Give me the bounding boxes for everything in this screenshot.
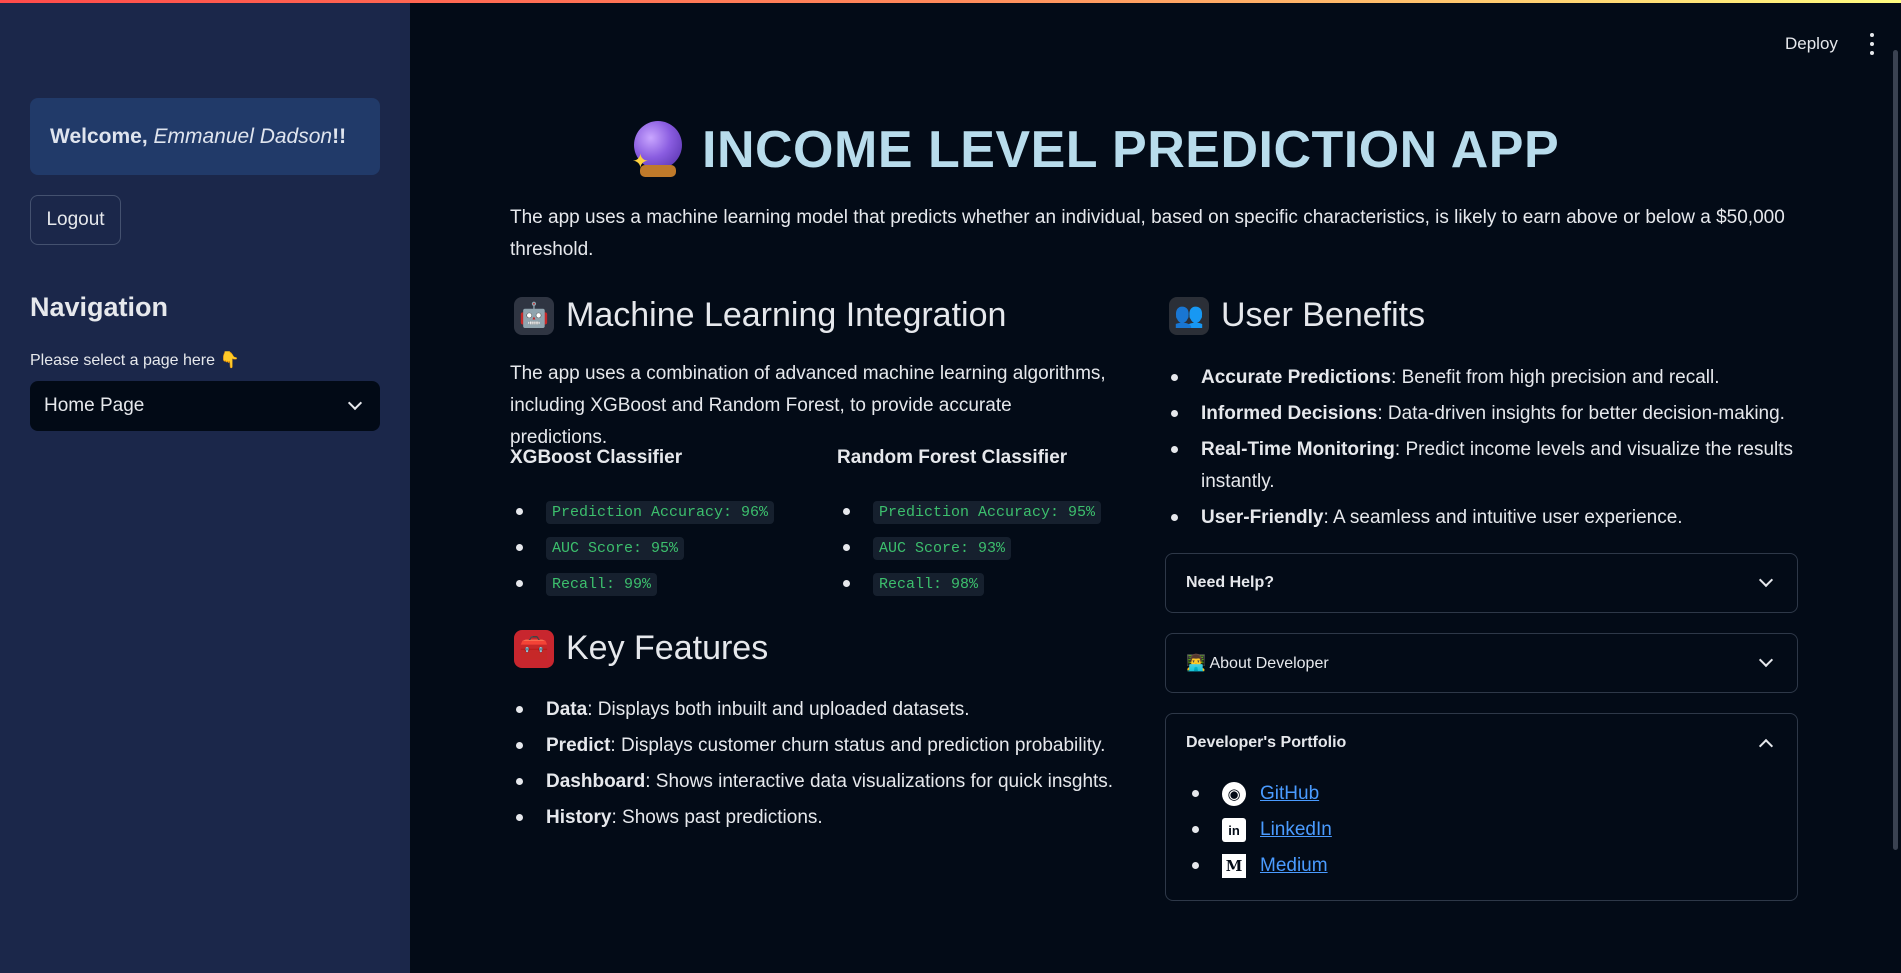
welcome-suffix: !! xyxy=(332,124,347,148)
github-link[interactable]: GitHub xyxy=(1260,783,1319,805)
user-benefits-list: Accurate Predictions: Benefit from high … xyxy=(1165,362,1805,538)
developer-portfolio-expander[interactable]: Developer's Portfolio ◉ GitHub in LinkedIn… xyxy=(1165,713,1798,901)
users-icon: 👥 xyxy=(1169,296,1209,335)
portfolio-links: ◉ GitHub in LinkedIn M Medium xyxy=(1186,776,1332,884)
metric-code: Prediction Accuracy: 95% xyxy=(873,500,1102,524)
page-select-value: Home Page xyxy=(44,395,145,416)
key-features-heading-text: Key Features xyxy=(566,629,769,667)
user-benefits-heading: 👥 User Benefits xyxy=(1169,296,1425,335)
random-forest-metrics: Prediction Accuracy: 95% AUC Score: 93% … xyxy=(837,494,1102,602)
navigation-hint-text: Please select a page here xyxy=(30,352,216,369)
list-item: Informed Decisions: Data-driven insights… xyxy=(1165,398,1805,430)
page-select[interactable]: Home Page xyxy=(30,381,380,431)
xgboost-title: XGBoost Classifier xyxy=(510,447,683,468)
logout-button[interactable]: Logout xyxy=(30,195,121,245)
list-item: AUC Score: 95% xyxy=(510,530,774,566)
need-help-expander[interactable]: Need Help? xyxy=(1165,553,1798,613)
ml-integration-heading-text: Machine Learning Integration xyxy=(566,296,1007,334)
medium-icon: M xyxy=(1222,854,1246,878)
about-developer-expander[interactable]: 👨‍💻 About Developer xyxy=(1165,633,1798,693)
top-decoration-bar xyxy=(0,0,1901,3)
kebab-menu-icon[interactable] xyxy=(1866,33,1878,55)
list-item: M Medium xyxy=(1186,848,1332,884)
list-item: Accurate Predictions: Benefit from high … xyxy=(1165,362,1805,394)
list-item: History: Shows past predictions. xyxy=(510,802,1130,834)
list-item: Data: Displays both inbuilt and uploaded… xyxy=(510,694,1130,726)
list-item: ◉ GitHub xyxy=(1186,776,1332,812)
list-item: AUC Score: 93% xyxy=(837,530,1101,566)
deploy-button[interactable]: Deploy xyxy=(1785,34,1838,54)
ml-integration-heading: 🤖 Machine Learning Integration xyxy=(514,296,1006,335)
toolbox-icon: 🧰 xyxy=(514,629,554,668)
list-item: User-Friendly: A seamless and intuitive … xyxy=(1165,502,1805,534)
metric-code: AUC Score: 93% xyxy=(873,536,1012,560)
linkedin-icon: in xyxy=(1222,818,1246,842)
about-developer-header[interactable]: 👨‍💻 About Developer xyxy=(1166,634,1797,692)
need-help-header[interactable]: Need Help? xyxy=(1166,554,1797,612)
metric-code: Recall: 99% xyxy=(546,572,658,596)
developer-portfolio-header[interactable]: Developer's Portfolio xyxy=(1166,714,1797,772)
user-benefits-heading-text: User Benefits xyxy=(1221,296,1426,334)
key-features-list: Data: Displays both inbuilt and uploaded… xyxy=(510,694,1130,838)
metric-code: AUC Score: 95% xyxy=(546,536,685,560)
list-item: Real-Time Monitoring: Predict income lev… xyxy=(1165,434,1805,498)
technologist-icon: 👨‍💻 xyxy=(1186,655,1206,672)
key-features-heading: 🧰 Key Features xyxy=(514,629,768,668)
list-item: Prediction Accuracy: 96% xyxy=(510,494,775,530)
about-developer-label: About Developer xyxy=(1209,655,1329,672)
chevron-down-icon xyxy=(1758,572,1774,588)
xgboost-metrics: Prediction Accuracy: 96% AUC Score: 95% … xyxy=(510,494,775,602)
chevron-up-icon xyxy=(1758,738,1774,754)
robot-icon: 🤖 xyxy=(514,296,554,335)
linkedin-link[interactable]: LinkedIn xyxy=(1260,819,1332,841)
list-item: Predict: Displays customer churn status … xyxy=(510,730,1130,762)
list-item: Recall: 98% xyxy=(837,566,1101,602)
medium-link[interactable]: Medium xyxy=(1260,855,1328,877)
developer-portfolio-label: Developer's Portfolio xyxy=(1186,734,1347,751)
about-developer-label-wrap: 👨‍💻 About Developer xyxy=(1186,653,1329,673)
navigation-hint: Please select a page here 👇 xyxy=(30,350,239,370)
intro-paragraph: The app uses a machine learning model th… xyxy=(510,207,1785,260)
ml-description: The app uses a combination of advanced m… xyxy=(510,363,1106,448)
page-title-text: INCOME LEVEL PREDICTION APP xyxy=(702,121,1560,179)
metric-code: Prediction Accuracy: 96% xyxy=(546,500,775,524)
random-forest-title: Random Forest Classifier xyxy=(837,447,1068,468)
chevron-down-icon xyxy=(1758,652,1774,668)
welcome-banner: Welcome, Emmanuel Dadson!! xyxy=(30,98,380,175)
welcome-prefix: Welcome, xyxy=(50,124,148,148)
chevron-down-icon xyxy=(347,395,363,411)
page-title: ✦ INCOME LEVEL PREDICTION APP xyxy=(632,115,1559,185)
welcome-name: Emmanuel Dadson xyxy=(153,124,333,148)
list-item: Recall: 99% xyxy=(510,566,774,602)
pointing-down-hand-icon: 👇 xyxy=(219,352,240,369)
github-icon: ◉ xyxy=(1222,782,1246,806)
metric-code: Recall: 98% xyxy=(873,572,985,596)
need-help-label: Need Help? xyxy=(1186,574,1275,591)
navigation-heading: Navigation xyxy=(30,292,169,322)
list-item: Prediction Accuracy: 95% xyxy=(837,494,1102,530)
scrollbar[interactable] xyxy=(1893,50,1898,850)
crystal-ball-icon: ✦ xyxy=(632,121,684,179)
list-item: Dashboard: Shows interactive data visual… xyxy=(510,766,1130,798)
sidebar: Welcome, Emmanuel Dadson!! Logout Naviga… xyxy=(0,0,410,973)
list-item: in LinkedIn xyxy=(1186,812,1332,848)
